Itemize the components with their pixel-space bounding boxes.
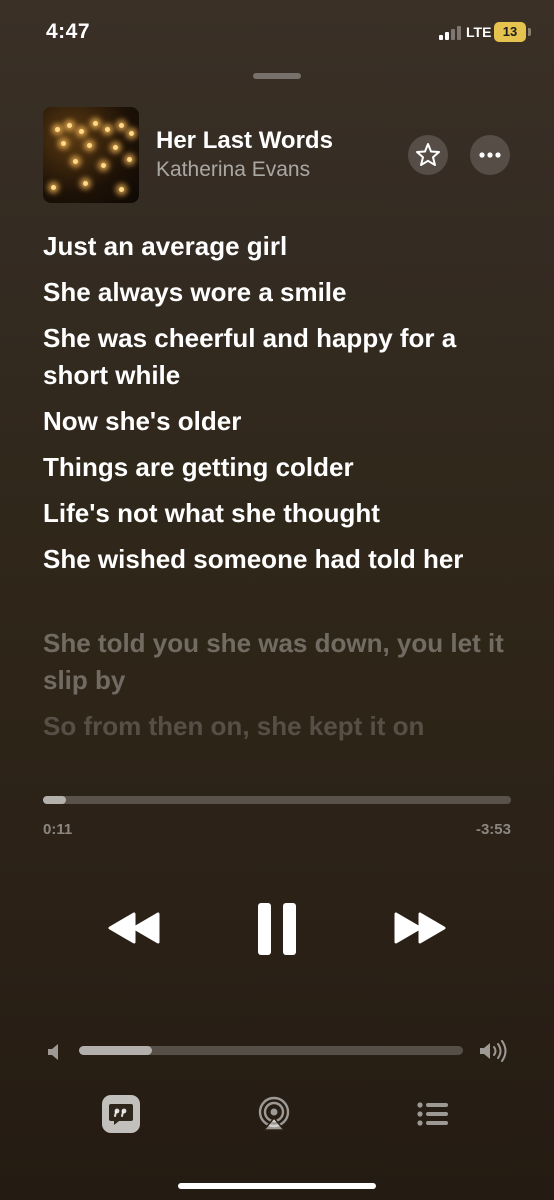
playback-scrubber[interactable] (43, 796, 511, 804)
lyric-line[interactable]: Life's not what she thought (43, 495, 513, 532)
airplay-audio-icon[interactable] (256, 1096, 292, 1132)
playback-progress-fill (43, 796, 67, 804)
volume-high-icon (480, 1040, 507, 1062)
elapsed-time: 0:11 (43, 821, 73, 838)
volume-slider[interactable] (79, 1046, 463, 1055)
lyric-line-upcoming[interactable]: So from then on, she kept it on (43, 708, 513, 745)
lyric-line-upcoming[interactable]: She told you she was down, you let it sl… (43, 625, 513, 699)
ellipsis-icon (479, 152, 501, 158)
track-title[interactable]: Her Last Words (156, 127, 333, 155)
lyric-line[interactable]: Just an average girl (43, 228, 513, 265)
pause-icon[interactable] (254, 902, 300, 956)
cellular-signal-icon (439, 26, 463, 40)
rewind-icon[interactable] (104, 908, 164, 948)
lyrics-view[interactable]: Just an average girl She always wore a s… (43, 228, 513, 792)
lyric-line[interactable]: She was cheerful and happy for a short w… (43, 320, 513, 394)
now-playing-header: Her Last Words Katherina Evans (0, 107, 554, 203)
track-artist[interactable]: Katherina Evans (156, 158, 310, 182)
lyric-line[interactable]: She wished someone had told her (43, 541, 513, 578)
home-indicator[interactable] (178, 1183, 376, 1189)
favorite-button[interactable] (408, 135, 448, 175)
queue-list-icon[interactable] (416, 1100, 450, 1128)
status-bar: 4:47 LTE 13 (0, 0, 554, 64)
lyric-line[interactable]: Things are getting colder (43, 449, 513, 486)
volume-level-fill (79, 1046, 152, 1055)
status-time: 4:47 (46, 20, 91, 43)
remaining-time: -3:53 (475, 821, 511, 838)
more-options-button[interactable] (470, 135, 510, 175)
album-artwork[interactable] (43, 107, 139, 203)
network-type: LTE (466, 24, 492, 40)
battery-icon: 13 (494, 22, 526, 42)
star-outline-icon (416, 143, 440, 166)
lyric-line[interactable]: Now she's older (43, 403, 513, 440)
fast-forward-icon[interactable] (390, 908, 450, 948)
volume-low-icon (48, 1044, 58, 1060)
battery-nub (528, 28, 531, 36)
lyric-line[interactable]: She always wore a smile (43, 274, 513, 311)
sheet-grabber[interactable] (253, 73, 301, 79)
lyrics-quote-icon[interactable] (101, 1094, 141, 1134)
